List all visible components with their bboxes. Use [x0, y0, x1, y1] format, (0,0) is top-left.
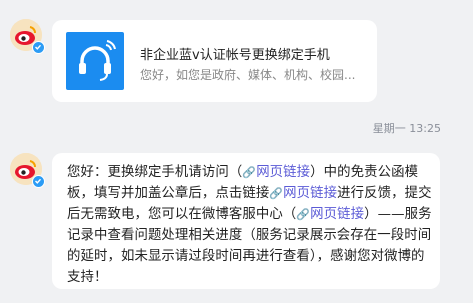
- link-icon: 🔗: [242, 166, 257, 179]
- link-icon: 🔗: [296, 208, 311, 221]
- link-card[interactable]: 非企业蓝v认证帐号更换绑定手机 您好，如您是政府、媒体、机构、校园...: [52, 20, 377, 102]
- sender-avatar[interactable]: [10, 153, 45, 188]
- link-card-title: 非企业蓝v认证帐号更换绑定手机: [140, 48, 330, 63]
- web-link[interactable]: 网页链接: [256, 165, 310, 180]
- message-text-segment: 您好：更换绑定手机请访问（: [67, 165, 243, 180]
- sender-avatar[interactable]: [10, 19, 45, 54]
- web-link[interactable]: 网页链接: [310, 207, 364, 222]
- verified-badge-icon: [32, 41, 45, 54]
- message-text: 您好：更换绑定手机请访问（🔗网页链接）中的免责公函模板，填写并加盖公章后，点击链…: [67, 162, 432, 288]
- link-card-description: 您好，如您是政府、媒体、机构、校园...: [140, 68, 356, 82]
- link-icon: 🔗: [269, 187, 284, 200]
- verified-badge-icon: [32, 175, 45, 188]
- text-message-bubble: 您好：更换绑定手机请访问（🔗网页链接）中的免责公函模板，填写并加盖公章后，点击链…: [52, 153, 440, 289]
- message-timestamp: 星期一 13:25: [372, 122, 441, 135]
- headset-icon: [66, 32, 124, 90]
- web-link[interactable]: 网页链接: [283, 186, 337, 201]
